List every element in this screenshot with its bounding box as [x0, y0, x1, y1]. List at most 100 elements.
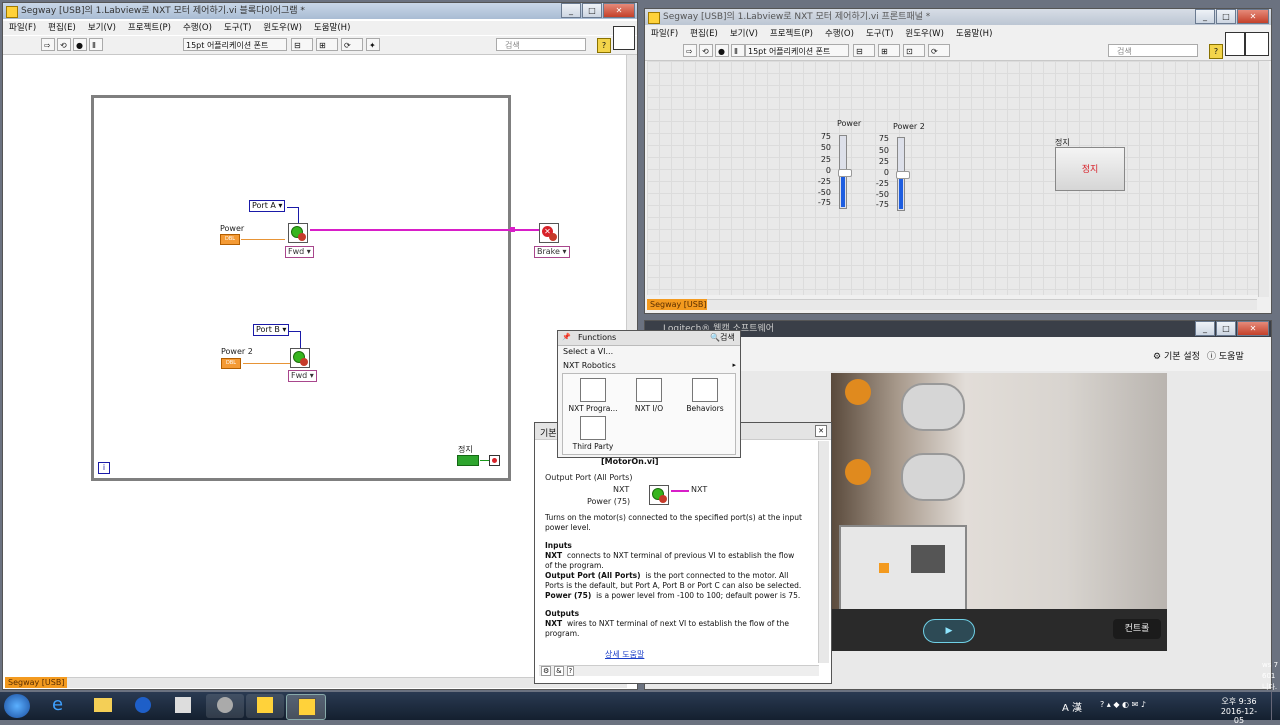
- minimize-button[interactable]: _: [561, 3, 581, 18]
- power2-slider[interactable]: [896, 137, 910, 211]
- controls-button[interactable]: 컨트롤: [1113, 619, 1161, 639]
- port-b-constant[interactable]: Port B ▾: [253, 324, 290, 336]
- fp-menu-file[interactable]: 파일(F): [645, 27, 684, 41]
- menu-file[interactable]: 파일(F): [3, 21, 42, 35]
- fp-abort-icon[interactable]: ●: [715, 44, 729, 57]
- fp-menu-tools[interactable]: 도구(T): [860, 27, 899, 41]
- fp-distribute-icon[interactable]: ⊞: [878, 44, 900, 57]
- power2-terminal[interactable]: DBL: [221, 358, 241, 369]
- camera-minimize-button[interactable]: _: [1195, 321, 1215, 336]
- bd-search-input[interactable]: 검색: [496, 38, 586, 51]
- fp-pause-icon[interactable]: Ⅱ: [731, 44, 745, 57]
- help-vertical-scrollbar[interactable]: [818, 441, 829, 663]
- help-link[interactable]: ⓘ 도움말: [1207, 349, 1244, 362]
- motor-off-vi[interactable]: ✕: [539, 223, 559, 243]
- explorer-taskbar-icon[interactable]: [84, 694, 122, 718]
- behaviors-item[interactable]: Behaviors: [679, 378, 731, 413]
- maximize-button[interactable]: □: [582, 3, 602, 18]
- fp-menu-edit[interactable]: 편집(E): [684, 27, 724, 41]
- fp-vertical-scrollbar[interactable]: [1258, 61, 1269, 297]
- direction-enum-a[interactable]: Fwd ▾: [285, 246, 314, 258]
- help-close-icon[interactable]: ✕: [815, 425, 827, 437]
- fp-search-input[interactable]: 검색: [1108, 44, 1198, 57]
- fp-panel-grid[interactable]: Power 75 50 25 0 -25 -50 -75 Power 2 75 …: [647, 61, 1259, 295]
- fp-maximize-button[interactable]: □: [1216, 9, 1236, 24]
- link-icon[interactable]: &: [554, 666, 564, 676]
- bd-title-bar[interactable]: Segway [USB]의 1.Labview로 NXT 모터 제어하기.vi …: [3, 3, 637, 19]
- fp-font-select[interactable]: 15pt 어플리케이션 폰트: [745, 44, 849, 57]
- start-button[interactable]: [4, 694, 30, 718]
- menu-window[interactable]: 윈도우(W): [257, 21, 308, 35]
- run-arrow-icon[interactable]: ⇨: [41, 38, 55, 51]
- clock[interactable]: 오후 9:36 2016-12-05: [1216, 696, 1262, 725]
- ime-indicator[interactable]: A 漢: [1062, 699, 1082, 714]
- ie-taskbar-icon[interactable]: e: [42, 694, 80, 718]
- power2-slider-thumb[interactable]: [896, 171, 910, 179]
- run-continuous-icon[interactable]: ⟲: [57, 38, 71, 51]
- brake-enum[interactable]: Brake ▾: [534, 246, 570, 258]
- settings-link[interactable]: ⚙ 기본 설정: [1153, 349, 1200, 362]
- while-loop-structure[interactable]: i: [91, 95, 511, 481]
- iteration-terminal[interactable]: i: [98, 462, 110, 474]
- fp-context-help-icon[interactable]: ?: [1209, 44, 1223, 59]
- fp-align-icon[interactable]: ⊟: [853, 44, 875, 57]
- labview-taskbar-icon[interactable]: [246, 694, 284, 718]
- app-taskbar-icon-2[interactable]: [164, 694, 202, 718]
- fp-resize-icon[interactable]: ⊡: [903, 44, 925, 57]
- lock-icon[interactable]: ⚙: [541, 666, 552, 676]
- fp-run-arrow-icon[interactable]: ⇨: [683, 44, 697, 57]
- menu-tools[interactable]: 도구(T): [218, 21, 257, 35]
- menu-view[interactable]: 보기(V): [82, 21, 122, 35]
- abort-icon[interactable]: ●: [73, 38, 87, 51]
- distribute-icon[interactable]: ⊞: [316, 38, 338, 51]
- fp-run-continuous-icon[interactable]: ⟲: [699, 44, 713, 57]
- fp-minimize-button[interactable]: _: [1195, 9, 1215, 24]
- direction-enum-b[interactable]: Fwd ▾: [288, 370, 317, 382]
- cleanup-icon[interactable]: ✦: [366, 38, 380, 51]
- video-capture-button[interactable]: ▶: [923, 619, 975, 643]
- power-terminal[interactable]: DBL: [220, 234, 240, 245]
- app-taskbar-icon-1[interactable]: [124, 694, 162, 718]
- stop-terminal[interactable]: [457, 455, 479, 466]
- nxt-wire[interactable]: [310, 229, 540, 231]
- fp-menu-project[interactable]: 프로젝트(P): [764, 27, 819, 41]
- fp-menu-window[interactable]: 윈도우(W): [899, 27, 950, 41]
- show-desktop-button[interactable]: [1271, 692, 1280, 720]
- palette-search[interactable]: 🔍검색: [710, 332, 735, 343]
- fp-reorder-icon[interactable]: ⟳: [928, 44, 950, 57]
- context-help-icon[interactable]: ?: [597, 38, 611, 53]
- labview-active-taskbar-icon[interactable]: [286, 694, 326, 720]
- fp-menu-view[interactable]: 보기(V): [724, 27, 764, 41]
- camera-maximize-button[interactable]: □: [1216, 321, 1236, 336]
- stop-button[interactable]: 정지: [1055, 147, 1125, 191]
- help-question-icon[interactable]: ?: [566, 666, 575, 676]
- close-button[interactable]: ✕: [603, 3, 635, 18]
- menu-project[interactable]: 프로젝트(P): [122, 21, 177, 35]
- power-wire[interactable]: [241, 239, 285, 240]
- pushpin-icon[interactable]: 📌: [562, 333, 571, 341]
- fp-horizontal-scrollbar[interactable]: [707, 299, 1257, 310]
- power2-wire[interactable]: [243, 363, 290, 364]
- fp-menu-help[interactable]: 도움말(H): [950, 27, 998, 41]
- select-vi-item[interactable]: Select a VI...: [563, 347, 613, 356]
- font-select[interactable]: 15pt 어플리케이션 폰트: [183, 38, 287, 51]
- menu-help[interactable]: 도움말(H): [308, 21, 356, 35]
- align-icon[interactable]: ⊟: [291, 38, 313, 51]
- port-a-constant[interactable]: Port A ▾: [249, 200, 286, 212]
- camera-close-button[interactable]: ✕: [1237, 321, 1269, 336]
- fp-title-bar[interactable]: Segway [USB]의 1.Labview로 NXT 모터 제어하기.vi …: [645, 9, 1271, 25]
- motor-on-vi-a[interactable]: [288, 223, 308, 243]
- reorder-icon[interactable]: ⟳: [341, 38, 363, 51]
- fp-close-button[interactable]: ✕: [1237, 9, 1269, 24]
- nxt-io-item[interactable]: NXT I/O: [623, 378, 675, 413]
- pause-icon[interactable]: Ⅱ: [89, 38, 103, 51]
- motor-on-vi-b[interactable]: [290, 348, 310, 368]
- palette-title-bar[interactable]: 📌 Functions 🔍검색: [558, 331, 740, 346]
- fp-menu-operate[interactable]: 수행(O): [819, 27, 860, 41]
- power-slider[interactable]: [838, 135, 852, 209]
- power-slider-thumb[interactable]: [838, 169, 852, 177]
- menu-edit[interactable]: 편집(E): [42, 21, 82, 35]
- loop-condition-terminal[interactable]: [489, 455, 500, 466]
- nxt-robotics-category[interactable]: NXT Robotics: [563, 361, 616, 370]
- app-taskbar-icon-3[interactable]: [206, 694, 244, 718]
